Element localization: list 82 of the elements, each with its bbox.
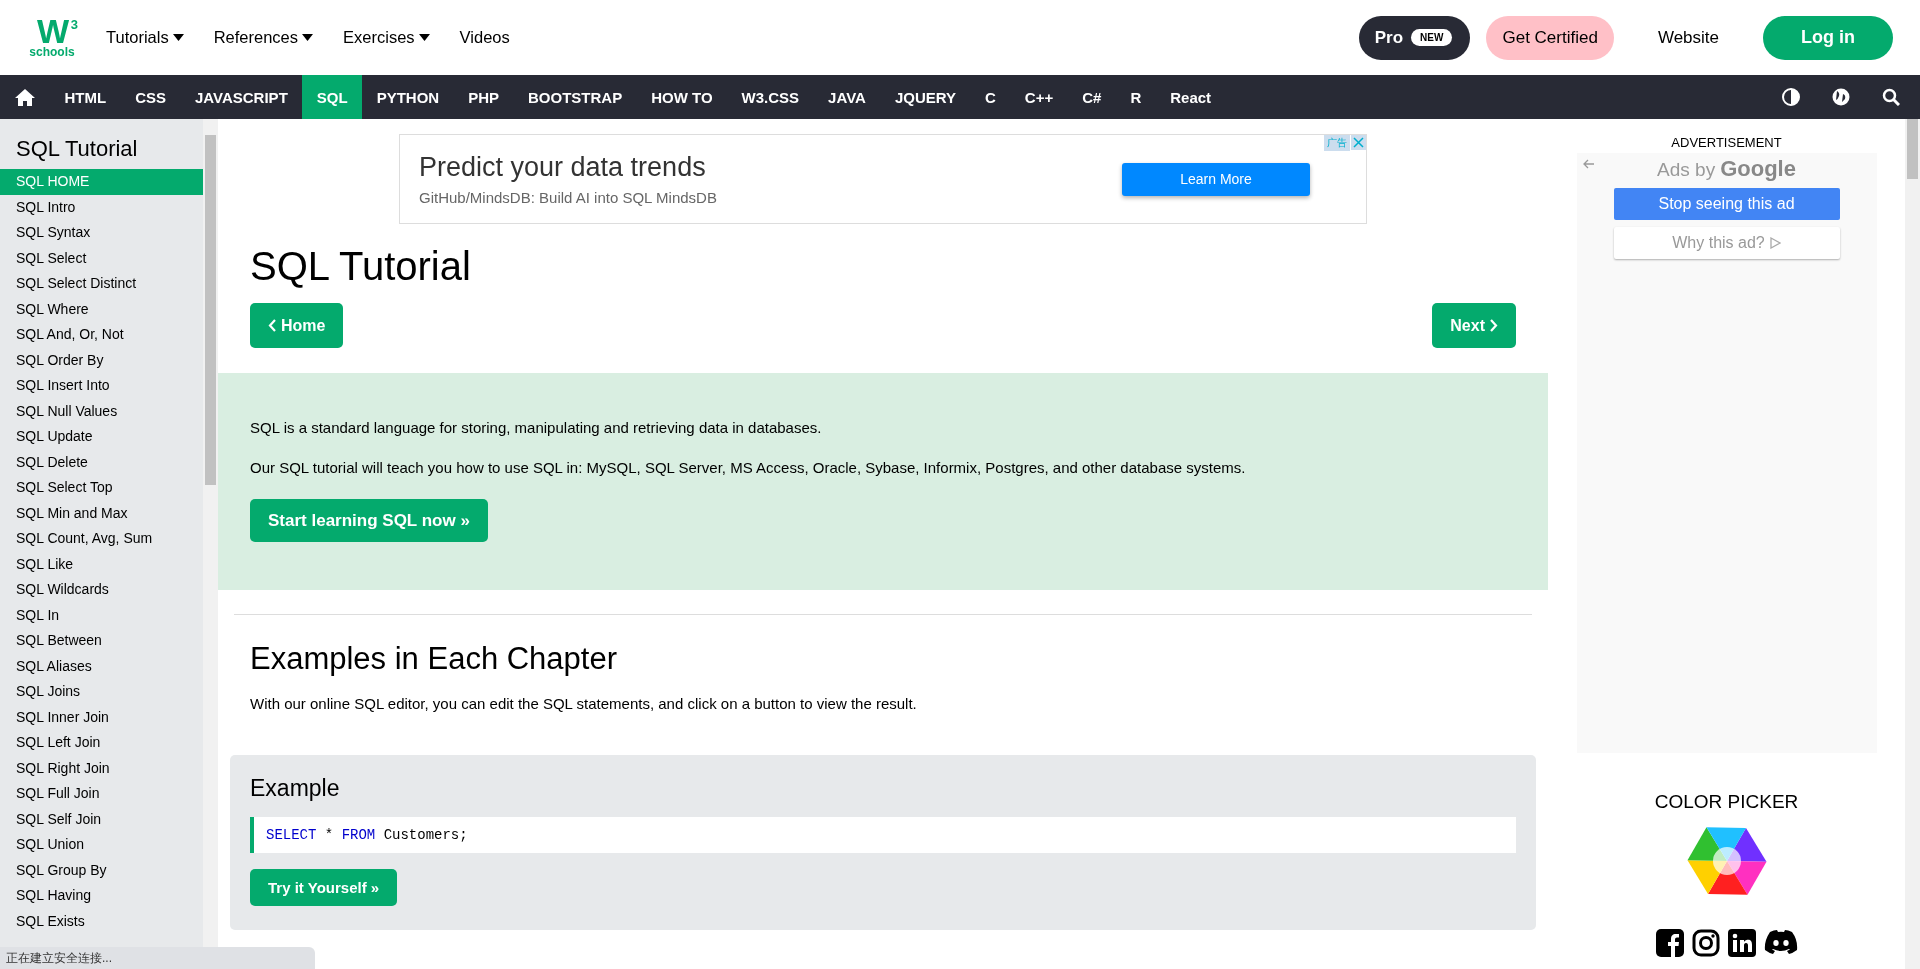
sidebar-item[interactable]: SQL Where (0, 296, 203, 322)
menu-item[interactable]: Videos (459, 28, 510, 47)
nav-tab[interactable]: R (1115, 75, 1156, 119)
sidebar-item[interactable]: SQL Delete (0, 449, 203, 475)
sidebar-item[interactable]: SQL Left Join (0, 730, 203, 756)
sidebar-item[interactable]: SQL And, Or, Not (0, 322, 203, 348)
color-picker-title: COLOR PICKER (1654, 791, 1799, 813)
ads-by-text: Ads by (1657, 159, 1716, 181)
ad-banner[interactable]: Predict your data trends GitHub/MindsDB: Build AI into SQL MindsDB Learn More 广告 (399, 134, 1367, 224)
sidebar-item[interactable]: SQL Count, Avg, Sum (0, 526, 203, 552)
sidebar-item[interactable]: SQL Syntax (0, 220, 203, 246)
sidebar-item[interactable]: SQL In (0, 602, 203, 628)
nav-tab[interactable]: C (970, 75, 1011, 119)
example-title: Example (250, 775, 341, 802)
sidebar-item[interactable]: SQL Union (0, 832, 203, 858)
intro-text: Our SQL tutorial will teach you how to use SQL in: MySQL, SQL Server, MS Access, Oracle, Sybase, Informix, Postgres, and other database systems. (250, 459, 1247, 477)
sidebar-item[interactable]: SQL Min and Max (0, 500, 203, 526)
nav-tab[interactable]: JAVA (813, 75, 881, 119)
certified-button[interactable]: Get Certified (1486, 15, 1614, 60)
ad-subline: GitHub/MindsDB: Build AI into SQL MindsDB (419, 189, 717, 206)
learn-more-button[interactable]: Learn More (1122, 162, 1310, 196)
page-title: SQL Tutorial (250, 244, 472, 289)
facebook-icon[interactable] (1655, 929, 1684, 957)
stop-ad-button[interactable]: Stop seeing this ad (1613, 188, 1840, 220)
sidebar-item[interactable]: SQL Null Values (0, 398, 203, 424)
linkedin-icon[interactable] (1727, 929, 1756, 957)
globe-icon[interactable] (1832, 88, 1850, 106)
pro-button[interactable]: Pro NEW (1358, 15, 1471, 60)
contrast-icon[interactable] (1782, 88, 1800, 106)
nav-tab[interactable]: C++ (1010, 75, 1068, 119)
nav-tab[interactable]: HTML (50, 75, 121, 119)
google-wordmark: Google (1720, 156, 1796, 182)
sidebar-item[interactable]: SQL Select (0, 245, 203, 271)
new-badge: NEW (1411, 29, 1453, 46)
play-icon (1769, 237, 1781, 249)
nav-tab[interactable]: CSS (120, 75, 181, 119)
home-icon[interactable] (15, 88, 35, 106)
nav-tab[interactable]: JAVASCRIPT (180, 75, 303, 119)
sidebar-title: SQL Tutorial (15, 135, 139, 163)
menu-item[interactable]: Exercises (343, 28, 430, 47)
nav-tab[interactable]: React (1155, 75, 1226, 119)
nav-tab[interactable]: W3.CSS (727, 75, 814, 119)
sidebar-item[interactable]: SQL Joins (0, 679, 203, 705)
status-toast: 正在建立安全连接... (0, 947, 315, 969)
sidebar-item[interactable]: SQL Aliases (0, 653, 203, 679)
sidebar-item[interactable]: SQL Select Top (0, 475, 203, 501)
sidebar-item[interactable]: SQL Wildcards (0, 577, 203, 603)
ad-label: ADVERTISEMENT (1671, 135, 1782, 150)
section-text: With our online SQL editor, you can edit the SQL statements, and click on a button to view the result. (250, 695, 918, 713)
sidebar-item[interactable]: SQL Insert Into (0, 373, 203, 399)
sidebar-item[interactable]: SQL Intro (0, 194, 203, 220)
website-link[interactable]: Website (1629, 27, 1747, 48)
back-arrow-icon[interactable] (1582, 159, 1595, 169)
sidebar-item[interactable]: SQL Like (0, 551, 203, 577)
sidebar-item[interactable]: SQL Self Join (0, 806, 203, 832)
sidebar-item[interactable]: SQL Inner Join (0, 704, 203, 730)
sidebar-item[interactable]: SQL Between (0, 628, 203, 654)
chevron-left-icon (268, 319, 276, 332)
search-icon[interactable] (1882, 88, 1900, 106)
nav-tab[interactable]: C# (1067, 75, 1116, 119)
nav-tab[interactable]: PHP (453, 75, 514, 119)
nav-tab[interactable]: JQUERY (880, 75, 971, 119)
ad-headline: Predict your data trends (419, 152, 707, 183)
sidebar-item[interactable]: SQL Order By (0, 347, 203, 373)
nav-tab[interactable]: BOOTSTRAP (513, 75, 637, 119)
menu-item[interactable]: References (213, 28, 314, 47)
menu-item[interactable]: Tutorials (106, 28, 184, 47)
section-title: Examples in Each Chapter (250, 641, 619, 677)
discord-icon[interactable] (1763, 929, 1798, 955)
sidebar-item[interactable]: SQL Group By (0, 857, 203, 883)
intro-text: SQL is a standard language for storing, manipulating and retrieving data in databases. (250, 419, 823, 437)
sidebar-item[interactable]: SQL Right Join (0, 755, 203, 781)
nav-tab[interactable]: HOW TO (636, 75, 728, 119)
sidebar-item[interactable]: SQL Full Join (0, 781, 203, 807)
instagram-icon[interactable] (1691, 929, 1720, 957)
nav-tab[interactable]: PYTHON (362, 75, 454, 119)
sidebar-item[interactable]: SQL Select Distinct (0, 271, 203, 297)
sidebar-item[interactable]: SQL Update (0, 424, 203, 450)
scrollbar[interactable] (1905, 119, 1920, 969)
chevron-right-icon (1490, 319, 1498, 332)
sidebar-item[interactable]: SQL Exists (0, 908, 203, 934)
sidebar-item[interactable]: SQL Having (0, 883, 203, 909)
